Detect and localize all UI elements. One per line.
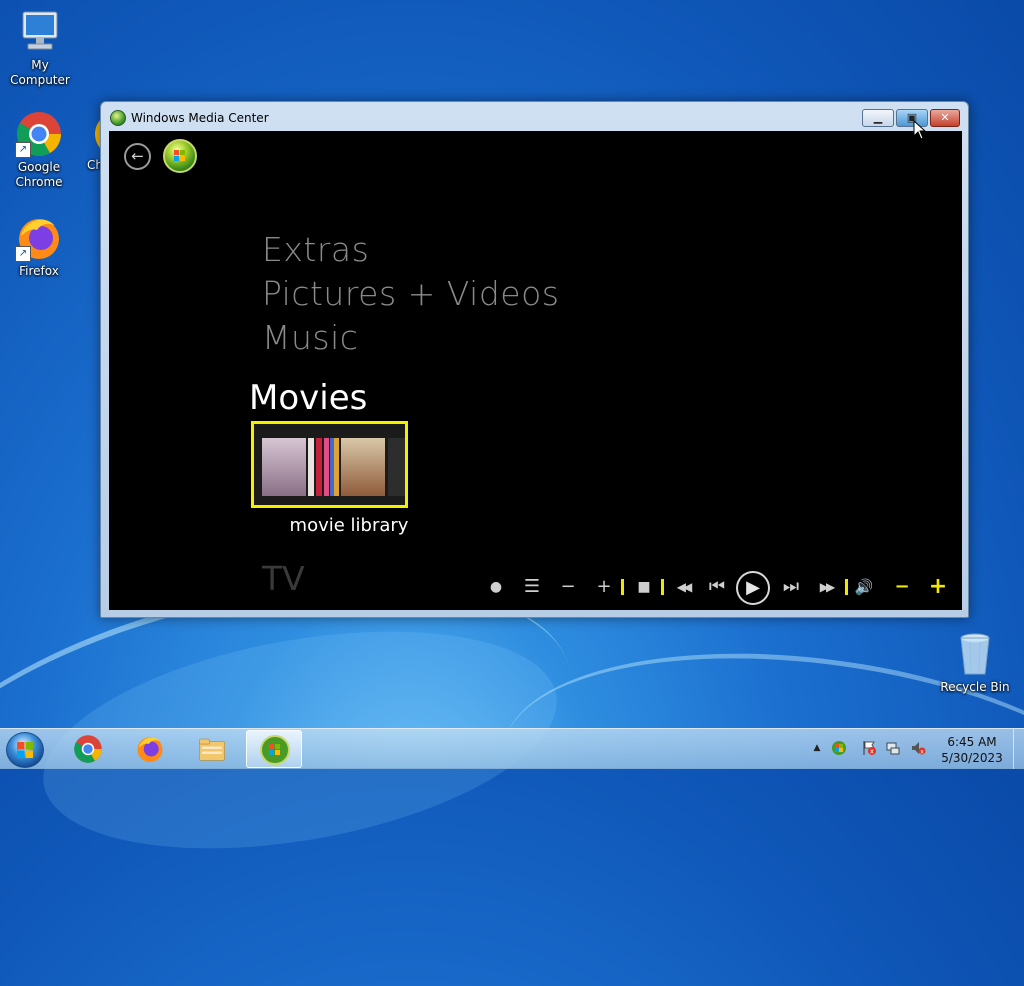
media-center-tray-icon[interactable] — [831, 740, 847, 756]
menu-item-music[interactable]: Music — [262, 318, 358, 357]
volume-icon[interactable]: 🔊 — [852, 571, 876, 603]
svg-text:x: x — [920, 749, 924, 756]
menu-item-pictures-videos[interactable]: Pictures + Videos — [262, 274, 559, 313]
windows-flag-icon — [174, 150, 185, 161]
window-title: Windows Media Center — [131, 111, 269, 125]
computer-icon — [16, 8, 64, 56]
channel-down-button[interactable]: − — [556, 571, 580, 603]
firefox-icon — [137, 737, 163, 763]
svg-text:x: x — [870, 748, 874, 756]
show-hidden-icons-button[interactable]: ▲ — [809, 740, 825, 756]
next-button[interactable]: ⏭ — [779, 571, 803, 603]
taskbar-app-media-center[interactable] — [246, 730, 302, 768]
windows-flag-icon — [17, 742, 33, 758]
chrome-icon: ↗ — [15, 110, 63, 158]
movie-library-tile[interactable] — [251, 421, 408, 508]
dvd-spine — [324, 438, 329, 496]
media-center-icon — [110, 110, 126, 126]
start-button[interactable] — [6, 732, 44, 768]
action-center-flag-icon[interactable]: x — [861, 740, 877, 756]
fast-forward-button[interactable]: ▶▶ — [811, 571, 841, 603]
record-button[interactable]: ● — [484, 571, 508, 603]
desktop-icon-label: My Computer — [10, 58, 70, 87]
taskbar-app-explorer[interactable] — [184, 730, 240, 768]
play-button[interactable]: ▶ — [736, 571, 770, 605]
recycle-bin-icon — [951, 630, 999, 678]
chrome-icon — [74, 735, 102, 763]
volume-down-button[interactable]: − — [890, 571, 914, 603]
control-separator — [621, 579, 624, 595]
folder-icon — [199, 738, 225, 761]
system-tray: ▲ x x 6:45 AM 5/30/2023 — [809, 729, 1024, 769]
play-icon: ▶ — [746, 577, 760, 598]
media-center-window[interactable]: Windows Media Center ▁ ▣ ✕ ← Extras Pict… — [100, 101, 969, 618]
rewind-button[interactable]: ◀◀ — [668, 571, 698, 603]
window-titlebar[interactable]: Windows Media Center ▁ ▣ ✕ — [101, 102, 968, 130]
desktop-icon-my-computer[interactable]: My Computer — [0, 8, 80, 88]
close-button[interactable]: ✕ — [930, 109, 960, 127]
control-separator — [845, 579, 848, 595]
dvd-spine — [316, 438, 322, 496]
media-center-icon — [260, 735, 290, 765]
dvd-spine — [334, 438, 339, 496]
taskbar-app-chrome[interactable] — [60, 730, 116, 768]
dvd-cover — [262, 438, 306, 496]
control-separator — [661, 579, 664, 595]
clock-date: 5/30/2023 — [941, 751, 1003, 765]
guide-button[interactable]: ☰ — [520, 571, 544, 603]
volume-up-button[interactable]: + — [926, 571, 950, 603]
dvd-spine — [308, 438, 314, 496]
transport-controls: ● ☰ − + ■ ◀◀ ⏮ ▶ ⏭ ▶▶ 🔊 − + — [479, 571, 959, 605]
channel-up-button[interactable]: + — [592, 571, 616, 603]
desktop-icon-label: Recycle Bin — [940, 680, 1010, 694]
shortcut-arrow-icon: ↗ — [15, 246, 31, 262]
close-icon: ✕ — [940, 111, 950, 124]
volume-muted-icon[interactable]: x — [910, 740, 926, 756]
network-icon[interactable] — [885, 740, 901, 756]
menu-item-tv[interactable]: TV — [262, 559, 305, 598]
shortcut-arrow-icon: ↗ — [15, 142, 31, 158]
menu-item-extras[interactable]: Extras — [262, 230, 369, 269]
previous-button[interactable]: ⏮ — [705, 571, 729, 603]
minimize-button[interactable]: ▁ — [862, 109, 894, 127]
desktop-icon-label: Google Chrome — [15, 160, 63, 189]
media-center-content: ← Extras Pictures + Videos Music Movies … — [109, 131, 962, 610]
desktop-icon-google-chrome[interactable]: ↗ Google Chrome — [0, 110, 79, 190]
back-button[interactable]: ← — [124, 143, 151, 170]
desktop-icon-firefox[interactable]: ↗ Firefox — [0, 214, 79, 279]
movie-library-label: movie library — [289, 515, 409, 536]
minimize-icon: ▁ — [873, 111, 883, 124]
dvd-cover — [341, 438, 385, 496]
start-orb-button[interactable] — [163, 139, 197, 173]
clock-time: 6:45 AM — [947, 735, 997, 749]
taskbar: ▲ x x 6:45 AM 5/30/2023 — [0, 728, 1024, 769]
firefox-icon: ↗ — [15, 214, 63, 262]
clock[interactable]: 6:45 AM 5/30/2023 — [936, 734, 1008, 766]
dvd-cover — [388, 438, 405, 496]
show-desktop-button[interactable] — [1013, 729, 1024, 769]
back-arrow-icon: ← — [131, 147, 144, 165]
stop-button[interactable]: ■ — [632, 571, 656, 603]
taskbar-app-firefox[interactable] — [122, 730, 178, 768]
desktop-icon-recycle-bin[interactable]: Recycle Bin — [935, 630, 1015, 695]
mouse-cursor-icon — [913, 120, 927, 140]
menu-item-movies[interactable]: Movies — [249, 378, 367, 418]
desktop-icon-label: Firefox — [19, 264, 59, 278]
